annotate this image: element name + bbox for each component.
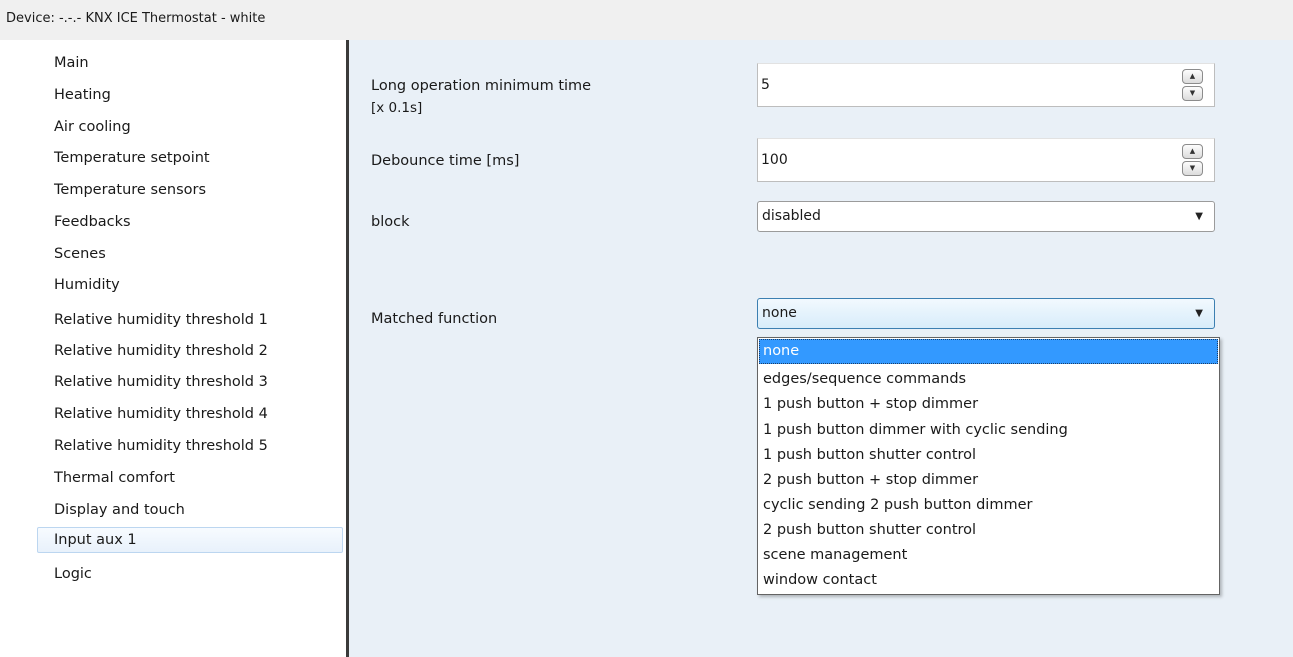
long-op-value[interactable]: 5: [761, 64, 770, 106]
sidebar-item-rh-threshold-1[interactable]: Relative humidity threshold 1: [37, 307, 343, 333]
debounce-spinbox[interactable]: 100 ▲ ▼: [757, 138, 1215, 182]
dropdown-option-2pb-stop-dimmer[interactable]: 2 push button + stop dimmer: [759, 468, 1218, 493]
sidebar-item-heating[interactable]: Heating: [37, 82, 343, 108]
sidebar-item-input-aux-1[interactable]: Input aux 1: [37, 527, 343, 553]
sidebar-item-air-cooling[interactable]: Air cooling: [37, 114, 343, 140]
matched-function-select[interactable]: none ▼: [757, 298, 1215, 329]
sidebar-item-feedbacks[interactable]: Feedbacks: [37, 209, 343, 235]
sidebar-item-temperature-setpoint[interactable]: Temperature setpoint: [37, 145, 343, 171]
spin-up-icon[interactable]: ▲: [1182, 144, 1203, 159]
spin-up-icon[interactable]: ▲: [1182, 69, 1203, 84]
spin-down-icon[interactable]: ▼: [1182, 86, 1203, 101]
matched-function-dropdown-list: none edges/sequence commands 1 push butt…: [757, 337, 1220, 595]
long-op-spinbox[interactable]: 5 ▲ ▼: [757, 63, 1215, 107]
sidebar-item-rh-threshold-3[interactable]: Relative humidity threshold 3: [37, 369, 343, 395]
dropdown-option-1pb-dimmer-cyclic[interactable]: 1 push button dimmer with cyclic sending: [759, 418, 1218, 443]
title-bar: Device: -.-.- KNX ICE Thermostat - white: [0, 0, 1293, 40]
sidebar-item-display-and-touch[interactable]: Display and touch: [37, 497, 343, 523]
sidebar-item-humidity[interactable]: Humidity: [37, 272, 343, 298]
dropdown-option-edges-sequence[interactable]: edges/sequence commands: [759, 367, 1218, 392]
long-op-label: Long operation minimum time [x 0.1s]: [371, 75, 591, 119]
block-value: disabled: [762, 208, 821, 224]
sidebar-item-temperature-sensors[interactable]: Temperature sensors: [37, 177, 343, 203]
long-op-label-line1: Long operation minimum time: [371, 78, 592, 94]
sidebar-item-scenes[interactable]: Scenes: [37, 241, 343, 267]
dropdown-option-none[interactable]: none: [759, 339, 1218, 364]
sidebar: Main Heating Air cooling Temperature set…: [0, 40, 346, 657]
debounce-label: Debounce time [ms]: [371, 153, 520, 169]
debounce-value[interactable]: 100: [761, 139, 788, 181]
sidebar-item-logic[interactable]: Logic: [37, 561, 343, 587]
dropdown-option-cyclic-2pb-dimmer[interactable]: cyclic sending 2 push button dimmer: [759, 493, 1218, 518]
dropdown-option-window-contact[interactable]: window contact: [759, 568, 1218, 593]
dropdown-option-1pb-stop-dimmer[interactable]: 1 push button + stop dimmer: [759, 392, 1218, 417]
long-op-label-line2: [x 0.1s]: [371, 100, 423, 116]
window-title: Device: -.-.- KNX ICE Thermostat - white: [6, 11, 266, 26]
sidebar-item-rh-threshold-5[interactable]: Relative humidity threshold 5: [37, 433, 343, 459]
block-select[interactable]: disabled ▼: [757, 201, 1215, 232]
dropdown-option-1pb-shutter[interactable]: 1 push button shutter control: [759, 443, 1218, 468]
sidebar-item-rh-threshold-4[interactable]: Relative humidity threshold 4: [37, 401, 343, 427]
sidebar-item-thermal-comfort[interactable]: Thermal comfort: [37, 465, 343, 491]
sidebar-item-main[interactable]: Main: [37, 50, 343, 76]
chevron-down-icon[interactable]: ▼: [1195, 299, 1203, 328]
sidebar-item-rh-threshold-2[interactable]: Relative humidity threshold 2: [37, 338, 343, 364]
spin-down-icon[interactable]: ▼: [1182, 161, 1203, 176]
block-label: block: [371, 214, 410, 230]
matched-function-label: Matched function: [371, 311, 498, 327]
matched-function-value: none: [762, 305, 797, 321]
dropdown-option-scene-management[interactable]: scene management: [759, 543, 1218, 568]
chevron-down-icon[interactable]: ▼: [1195, 202, 1203, 231]
dropdown-option-2pb-shutter[interactable]: 2 push button shutter control: [759, 518, 1218, 543]
